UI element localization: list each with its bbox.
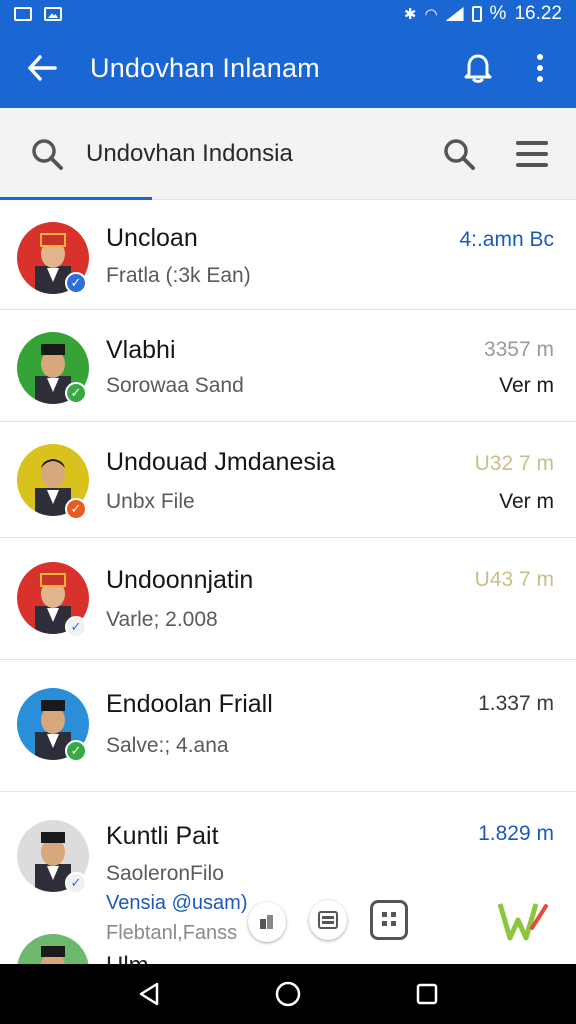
contact-name: Kuntli Pait [106,822,219,850]
brand-logo-icon [497,903,548,941]
list-item[interactable]: ✓ Undouad Jmdanesia Unbx File U32 7 m Ve… [0,422,576,538]
contact-name: Ulm [106,952,149,964]
notification-icon [14,7,32,21]
app-bar: Undovhan Inlanam [0,28,576,108]
bell-icon [464,54,492,83]
contact-name: Vlabhi [106,336,176,364]
contact-extra-info: Flebtanl,Fanss [106,922,238,944]
battery-percent: % [489,3,507,24]
list-item[interactable]: ✓ Uncloan Fratla (:3k Ean) 4:.amn Bc [0,200,576,310]
verified-icon: ✓ [65,382,87,404]
signal-icon [445,7,464,21]
verified-icon: ✓ [65,740,87,762]
contact-distance: 1.337 m [478,692,554,715]
document-icon [318,911,338,929]
contact-name: Uncloan [106,224,198,252]
list-item[interactable]: ✓ Vlabhi Sorowaa Sand 3357 m Ver m [0,310,576,422]
grid-icon [382,912,396,926]
bluetooth-icon: ✱ [403,6,417,23]
status-bar: ✱ ◠ % 16.22 [0,0,576,28]
list-item[interactable]: ✓ Endoolan Friall Salve:; 4.ana 1.337 m [0,660,576,792]
circle-home-icon [275,981,301,1007]
share-button[interactable] [248,902,286,942]
nav-recents-button[interactable] [407,974,447,1014]
notifications-button[interactable] [456,46,500,90]
contact-list: ✓ Uncloan Fratla (:3k Ean) 4:.amn Bc ✓ V… [0,200,576,964]
filter-menu-button[interactable] [516,140,548,167]
list-item[interactable]: ✓ Undoonnjatin Varle; 2.008 U43 7 m [0,538,576,660]
status-time: 16.22 [514,3,562,24]
contact-subtitle: Fratla (:3k Ean) [106,264,251,287]
arrow-left-icon [28,55,57,81]
contact-distance: 4:.amn Bc [459,228,554,251]
search-icon [32,138,63,170]
page-title: Undovhan Inlanam [90,52,320,83]
verified-icon: ✓ [65,272,87,294]
wifi-icon: ◠ [424,6,438,23]
more-vert-icon [537,54,543,60]
nav-back-button[interactable] [129,974,169,1014]
contact-name: Undouad Jmdanesia [106,448,336,476]
battery-icon [471,6,482,22]
contact-name: Endoolan Friall [106,690,273,718]
contact-status: Ver m [499,374,554,397]
system-nav-bar [0,964,576,1024]
contact-link[interactable]: Vensia @usam) [106,892,247,915]
nav-home-button[interactable] [268,974,308,1014]
verified-icon: ✓ [65,616,87,638]
contact-status: Ver m [499,490,554,513]
more-options-button[interactable] [518,46,562,90]
apps-button[interactable] [370,900,408,940]
contact-subtitle: Sorowaa Sand [106,374,244,397]
search-button[interactable] [442,137,476,171]
share-icon [260,915,273,929]
list-item[interactable]: ✓ Kuntli Pait SaoleronFilo 1.829 m Vensi… [0,792,576,964]
contact-distance: U43 7 m [474,568,554,591]
contact-name: Undoonnjatin [106,566,254,594]
triangle-back-icon [140,982,159,1006]
gallery-notification-icon [44,7,62,21]
contact-distance: 1.829 m [478,822,554,845]
contact-distance: 3357 m [483,338,554,361]
hamburger-menu-icon [516,140,548,145]
verified-icon: ✓ [65,872,87,894]
back-button[interactable] [22,48,62,88]
search-input[interactable] [86,139,406,168]
contact-distance: U32 7 m [474,452,554,475]
contact-subtitle: Varle; 2.008 [106,608,218,631]
document-button[interactable] [309,900,347,940]
contact-subtitle: Unbx File [106,490,195,513]
contact-subtitle: Salve:; 4.ana [106,734,229,757]
contact-subtitle: SaoleronFilo [106,862,224,885]
square-recents-icon [416,983,437,1005]
verified-icon: ✓ [65,498,87,520]
search-bar [0,108,576,201]
